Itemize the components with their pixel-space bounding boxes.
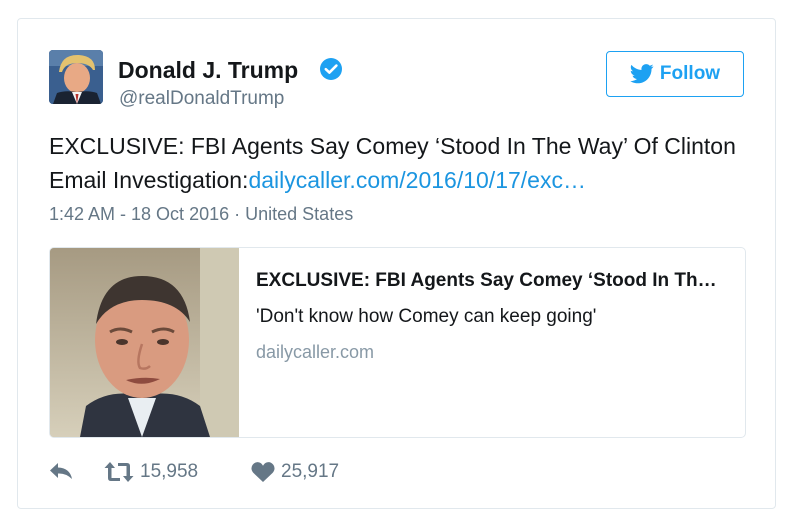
- retweet-count: 15,958: [140, 461, 199, 482]
- link-preview-image: [50, 248, 239, 437]
- author-handle[interactable]: @realDonaldTrump: [119, 88, 284, 110]
- retweet-button[interactable]: 15,958: [104, 461, 198, 483]
- link-preview-domain: dailycaller.com: [256, 342, 375, 362]
- tweet-text: EXCLUSIVE: FBI Agents Say Comey ‘Stood I…: [49, 129, 749, 197]
- verified-badge-icon: [320, 58, 342, 80]
- link-preview-description: 'Don't know how Comey can keep going': [256, 306, 597, 327]
- tweet-location[interactable]: United States: [245, 204, 353, 224]
- twitter-bird-icon: [630, 64, 654, 84]
- like-button[interactable]: 25,917: [251, 461, 339, 483]
- reply-button[interactable]: [49, 461, 73, 481]
- link-preview-card[interactable]: EXCLUSIVE: FBI Agents Say Comey ‘Stood I…: [49, 247, 746, 438]
- meta-separator: ·: [234, 204, 241, 224]
- follow-button[interactable]: Follow: [606, 51, 744, 97]
- tweet-card: Donald J. Trump @realDonaldTrump Follow …: [17, 18, 776, 509]
- author-name[interactable]: Donald J. Trump: [118, 57, 298, 84]
- heart-icon: [251, 462, 275, 482]
- like-count: 25,917: [281, 461, 340, 482]
- tweet-link[interactable]: dailycaller.com/2016/10/17/exc…: [248, 167, 586, 193]
- follow-label: Follow: [659, 63, 721, 84]
- reply-icon: [50, 463, 72, 479]
- tweet-timestamp[interactable]: 1:42 AM - 18 Oct 2016: [49, 204, 229, 224]
- link-preview-title: EXCLUSIVE: FBI Agents Say Comey ‘Stood I…: [256, 270, 726, 291]
- tweet-meta: 1:42 AM - 18 Oct 2016 · United States: [49, 204, 353, 225]
- retweet-icon: [104, 462, 134, 482]
- author-avatar[interactable]: [49, 50, 103, 104]
